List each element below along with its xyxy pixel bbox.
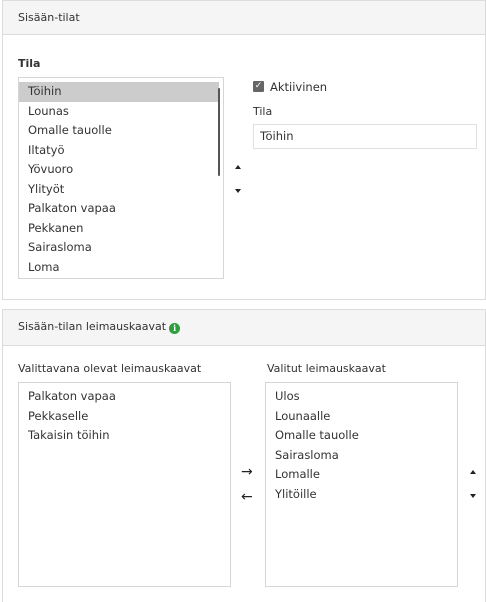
selected-formula-item[interactable]: Ylitöille: [266, 485, 457, 505]
state-name-label: Tila: [253, 105, 273, 118]
state-list-item[interactable]: Lounas: [19, 102, 223, 122]
state-name-input[interactable]: Töihin: [253, 124, 477, 149]
selected-formulas-label: Valitut leimauskaavat: [267, 362, 386, 375]
selected-formula-item[interactable]: Ulos: [266, 387, 457, 407]
state-list-item[interactable]: Yövuoro: [19, 160, 223, 180]
states-panel-header: Sisään-tilat: [3, 1, 485, 35]
triangle-up-icon: [235, 164, 241, 169]
move-formula-down-button[interactable]: [465, 486, 481, 504]
selected-formulas-listbox[interactable]: Ulos Lounaalle Omalle tauolle Sairasloma…: [265, 382, 458, 587]
formulas-panel: Sisään-tilan leimauskaavat i Valittavana …: [2, 309, 486, 602]
state-list-item[interactable]: Sairasloma: [19, 238, 223, 258]
state-listbox[interactable]: Töihin Lounas Omalle tauolle Iltatyö Yöv…: [18, 77, 224, 279]
state-list-item[interactable]: Omalle tauolle: [19, 121, 223, 141]
available-formula-item[interactable]: Pekkaselle: [19, 407, 230, 427]
state-list-item[interactable]: Pekkanen: [19, 219, 223, 239]
state-list-item[interactable]: Iltatyö: [19, 141, 223, 161]
active-checkbox[interactable]: ✓: [253, 81, 264, 92]
state-list-scrollbar[interactable]: [218, 88, 220, 176]
selected-formula-item[interactable]: Lomalle: [266, 465, 457, 485]
formulas-panel-header: Sisään-tilan leimauskaavat i: [3, 310, 485, 346]
state-list-item[interactable]: Palkaton vapaa: [19, 199, 223, 219]
arrow-left-icon: ←: [241, 489, 253, 505]
selected-formula-item[interactable]: Lounaalle: [266, 407, 457, 427]
triangle-up-icon: [470, 469, 476, 474]
move-state-down-button[interactable]: [230, 181, 246, 199]
state-list-item[interactable]: Ylityöt: [19, 180, 223, 200]
move-formula-up-button[interactable]: [465, 462, 481, 480]
move-left-button[interactable]: ←: [241, 490, 253, 504]
move-right-button[interactable]: →: [241, 465, 253, 479]
checkmark-icon: ✓: [254, 81, 263, 91]
selected-formula-item[interactable]: Omalle tauolle: [266, 426, 457, 446]
move-state-up-button[interactable]: [230, 157, 246, 175]
available-formula-item[interactable]: Palkaton vapaa: [19, 387, 230, 407]
selected-formula-item[interactable]: Sairasloma: [266, 446, 457, 466]
available-formulas-label: Valittavana olevat leimauskaavat: [18, 362, 202, 375]
available-formulas-listbox[interactable]: Palkaton vapaa Pekkaselle Takaisin töihi…: [18, 382, 231, 587]
state-list-label: Tila: [18, 57, 41, 70]
arrow-right-icon: →: [241, 464, 253, 480]
states-panel: Sisään-tilat Tila Töihin Lounas Omalle t…: [2, 0, 486, 300]
available-formula-item[interactable]: Takaisin töihin: [19, 426, 230, 446]
formulas-panel-title: Sisään-tilan leimauskaavat: [18, 320, 167, 333]
triangle-down-icon: [235, 188, 241, 193]
active-checkbox-label: Aktiivinen: [270, 80, 328, 94]
triangle-down-icon: [470, 493, 476, 498]
state-list-item[interactable]: Loma: [19, 258, 223, 278]
info-icon[interactable]: i: [169, 323, 181, 334]
state-list-item[interactable]: Töihin: [19, 82, 219, 102]
